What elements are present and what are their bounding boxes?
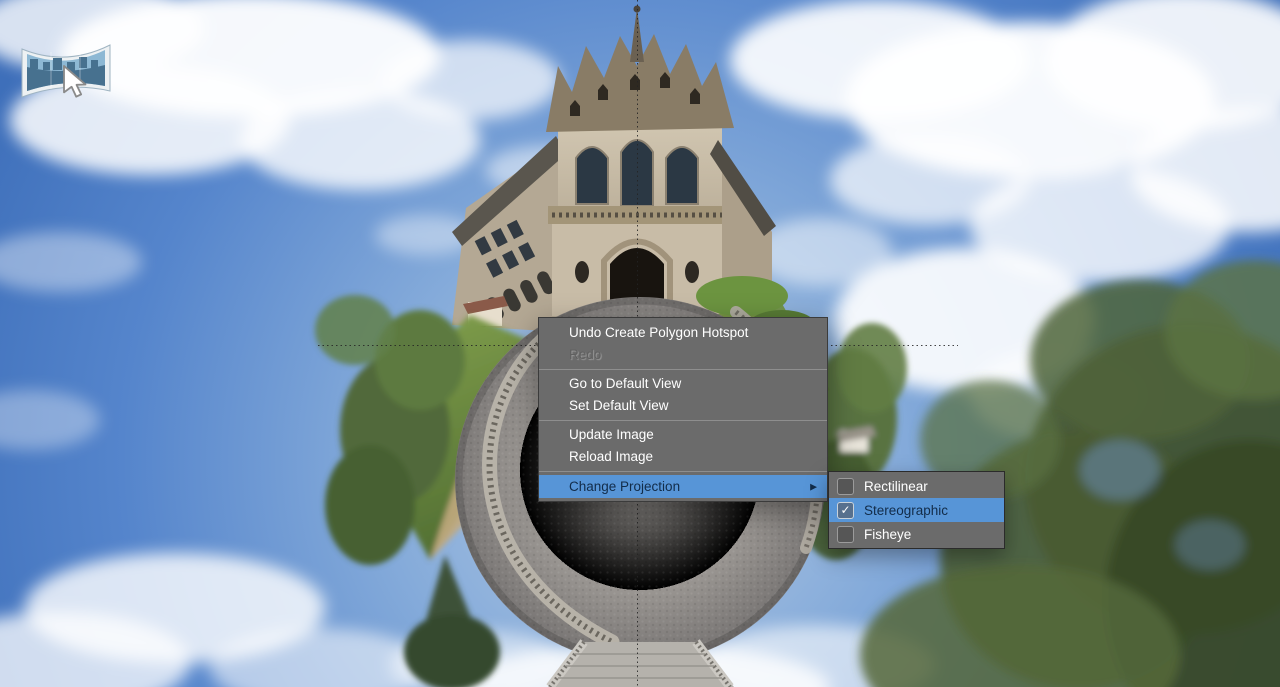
menu-item-label: Reload Image	[569, 446, 653, 468]
menu-separator	[539, 369, 827, 370]
menu-item-label: Change Projection	[569, 475, 680, 498]
checkbox-unchecked[interactable]	[837, 526, 854, 543]
menu-item-label: Go to Default View	[569, 373, 681, 395]
menu-item-reload-image[interactable]: Reload Image	[539, 446, 827, 468]
checkbox-checked[interactable]: ✓	[837, 502, 854, 519]
menu-item-set-default-view[interactable]: Set Default View	[539, 395, 827, 417]
menu-item-label: Set Default View	[569, 395, 669, 417]
submenu-item-fisheye[interactable]: Fisheye	[829, 522, 1004, 546]
menu-item-label: Update Image	[569, 424, 654, 446]
submenu-item-rectilinear[interactable]: Rectilinear	[829, 474, 1004, 498]
menu-item-label: Undo Create Polygon Hotspot	[569, 322, 748, 344]
menu-item-go-to-default-view[interactable]: Go to Default View	[539, 373, 827, 395]
submenu-arrow-icon: ▶	[810, 476, 817, 499]
submenu-item-label: Stereographic	[864, 503, 948, 518]
submenu-item-label: Fisheye	[864, 527, 911, 542]
menu-separator	[539, 420, 827, 421]
panorama-app-icon[interactable]	[18, 36, 114, 114]
menu-item-change-projection[interactable]: Change Projection ▶	[539, 475, 827, 498]
menu-item-update-image[interactable]: Update Image	[539, 424, 827, 446]
menu-item-undo[interactable]: Undo Create Polygon Hotspot	[539, 322, 827, 344]
submenu-item-label: Rectilinear	[864, 479, 928, 494]
app-window: Undo Create Polygon Hotspot Redo Go to D…	[0, 0, 1280, 687]
menu-separator	[539, 471, 827, 472]
projection-submenu: Rectilinear ✓ Stereographic Fisheye	[828, 471, 1005, 549]
menu-item-label: Redo	[569, 344, 601, 366]
submenu-item-stereographic[interactable]: ✓ Stereographic	[829, 498, 1004, 522]
context-menu: Undo Create Polygon Hotspot Redo Go to D…	[538, 317, 828, 502]
menu-item-redo[interactable]: Redo	[539, 344, 827, 366]
checkbox-unchecked[interactable]	[837, 478, 854, 495]
